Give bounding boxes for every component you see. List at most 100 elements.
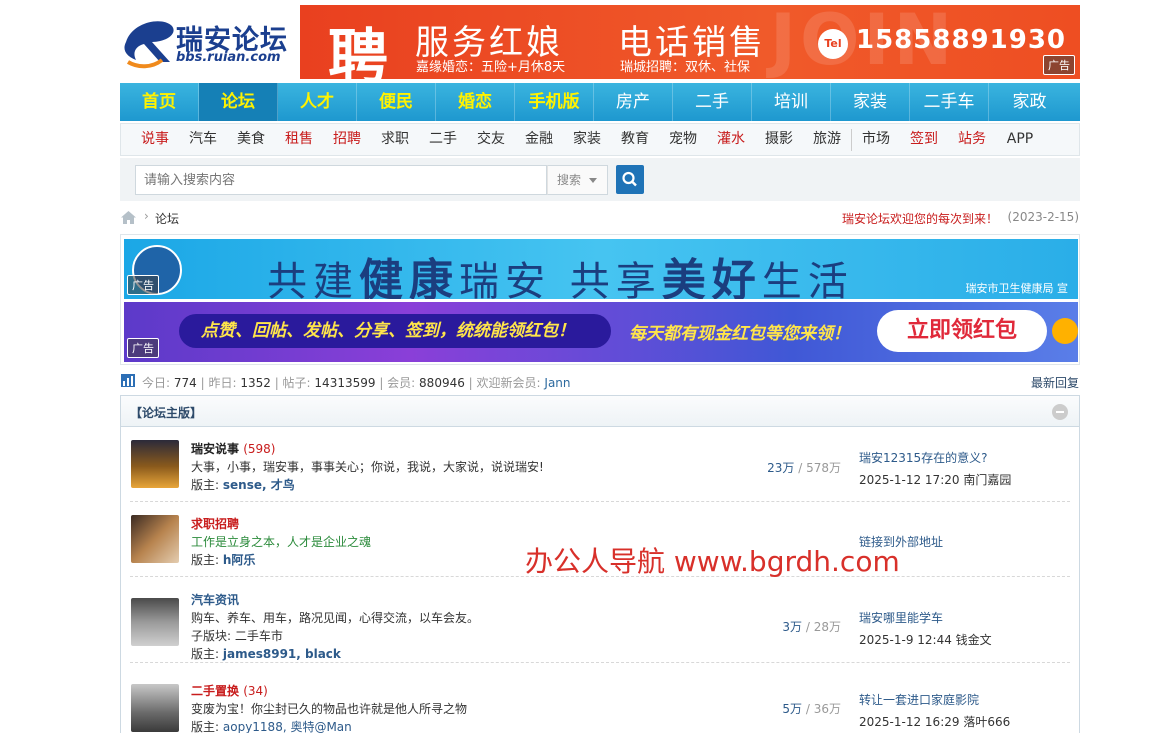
stat-posts-label: 帖子: bbox=[282, 376, 311, 390]
subnav-item-travel[interactable]: 旅游 bbox=[803, 124, 851, 155]
board-moderators: 版主: sense, 才鸟 bbox=[191, 476, 295, 493]
nav-item-dating[interactable]: 婚恋 bbox=[436, 83, 515, 121]
nav-item-services[interactable]: 便民 bbox=[357, 83, 436, 121]
collapse-icon[interactable] bbox=[1052, 404, 1068, 420]
logo-url[interactable]: bbs.ruian.com bbox=[176, 50, 281, 65]
subnav-item-jobseek[interactable]: 求职 bbox=[371, 124, 419, 155]
last-post-title[interactable]: 转让一套进口家庭影院 bbox=[859, 691, 1010, 708]
row-divider bbox=[130, 501, 1070, 502]
subnav-item-education[interactable]: 教育 bbox=[611, 124, 659, 155]
nav-item-home[interactable]: 首页 bbox=[120, 83, 199, 121]
board-moderators: 版主: h阿乐 bbox=[191, 551, 255, 568]
moderator-links[interactable]: sense, 才鸟 bbox=[223, 478, 295, 492]
subnav-item-secondhand[interactable]: 二手 bbox=[419, 124, 467, 155]
top-ad-banner[interactable]: JOIN US 聘 服务红娘 电话销售 嘉缘婚恋：五险+月休8天 瑞城招聘：双休… bbox=[300, 5, 1080, 79]
banner-area: 共建健康瑞安 共享美好生活 瑞安市卫生健康局 宣 广告 点赞、回帖、发帖、分享、… bbox=[120, 234, 1080, 365]
nav-item-mobile[interactable]: 手机版 bbox=[515, 83, 594, 121]
nav-item-training[interactable]: 培训 bbox=[752, 83, 831, 121]
stats-line: 今日: 774 | 昨日: 1352 | 帖子: 14313599 | 会员: … bbox=[142, 376, 571, 390]
subnav-item-checkin[interactable]: 签到 bbox=[900, 124, 948, 155]
board-description: 工作是立身之本，人才是企业之魂 bbox=[191, 535, 372, 549]
breadcrumb: › 论坛 瑞安论坛欢迎您的每次到来！ (2023-2-15) bbox=[120, 208, 1080, 228]
banner1-text-d: 美好 bbox=[661, 255, 762, 299]
subnav-item-shuoshi[interactable]: 说事 bbox=[131, 124, 179, 155]
redpacket-banner[interactable]: 点赞、回帖、发帖、分享、签到，统统能领红包！ 每天都有现金红包等您来领！ 立即领… bbox=[124, 302, 1078, 362]
subnav-item-food[interactable]: 美食 bbox=[227, 124, 275, 155]
board-thumbnail[interactable] bbox=[131, 515, 179, 563]
subnav-item-app[interactable]: APP bbox=[996, 124, 1044, 155]
board-thumbnail[interactable] bbox=[131, 684, 179, 732]
moderator-label: 版主: bbox=[191, 553, 220, 567]
board-posts: 28万 bbox=[813, 620, 841, 634]
subforum-link[interactable]: 二手车市 bbox=[235, 629, 283, 643]
board-name-text[interactable]: 二手置换 bbox=[191, 684, 239, 698]
subnav-item-site[interactable]: 站务 bbox=[948, 124, 996, 155]
row-divider bbox=[130, 662, 1070, 663]
logo-swoosh-icon bbox=[124, 21, 174, 69]
nav-item-housing[interactable]: 房产 bbox=[594, 83, 673, 121]
board-moderators: 版主: aopy1188, 奥特@Man bbox=[191, 718, 352, 733]
moderator-links[interactable]: aopy1188, 奥特@Man bbox=[223, 720, 352, 733]
last-post-title[interactable]: 瑞安哪里能学车 bbox=[859, 609, 992, 626]
search-input[interactable] bbox=[135, 165, 547, 195]
board-name-text[interactable]: 汽车资讯 bbox=[191, 593, 239, 607]
subnav-item-chat[interactable]: 灌水 bbox=[707, 124, 755, 155]
last-post-time: 2025-1-9 12:44 钱金文 bbox=[859, 633, 992, 647]
nav-item-talent[interactable]: 人才 bbox=[278, 83, 357, 121]
newest-member-link[interactable]: Jann bbox=[544, 376, 570, 390]
board-name-text[interactable]: 瑞安说事 bbox=[191, 442, 239, 456]
ad-tag: 广告 bbox=[127, 275, 159, 295]
sub-nav: 说事 汽车 美食 租售 招聘 求职 二手 交友 金融 家装 教育 宠物 灌水 摄… bbox=[120, 123, 1080, 156]
stat-newest-label: 欢迎新会员: bbox=[476, 376, 541, 390]
welcome-text: 瑞安论坛欢迎您的每次到来！ bbox=[841, 212, 998, 226]
board-posts: 578万 bbox=[806, 461, 841, 475]
board-name[interactable]: 二手置换 (34) bbox=[191, 682, 268, 699]
subnav-item-recruit[interactable]: 招聘 bbox=[323, 124, 371, 155]
nav-item-housekeeping[interactable]: 家政 bbox=[989, 83, 1070, 121]
breadcrumb-current[interactable]: 论坛 bbox=[155, 210, 179, 227]
home-icon[interactable] bbox=[121, 211, 136, 224]
board-thumbnail[interactable] bbox=[131, 598, 179, 646]
nav-item-forum[interactable]: 论坛 bbox=[199, 83, 278, 121]
board-thumbnail[interactable] bbox=[131, 440, 179, 488]
moderator-label: 版主: bbox=[191, 647, 220, 661]
subforum-label: 子版块: bbox=[191, 629, 232, 643]
moderator-links[interactable]: james8991, black bbox=[223, 647, 341, 661]
ad-big-char: 聘 bbox=[328, 23, 388, 79]
banner1-text-b: 健康 bbox=[359, 255, 459, 299]
subnav-item-finance[interactable]: 金融 bbox=[515, 124, 563, 155]
board-today-count: (34) bbox=[243, 684, 268, 698]
get-redpacket-button[interactable]: 立即领红包 bbox=[877, 310, 1047, 352]
subnav-item-decor[interactable]: 家装 bbox=[563, 124, 611, 155]
nav-item-decoration[interactable]: 家装 bbox=[831, 83, 910, 121]
search-button[interactable] bbox=[616, 165, 644, 194]
health-banner[interactable]: 共建健康瑞安 共享美好生活 瑞安市卫生健康局 宣 广告 bbox=[124, 239, 1078, 299]
board-stats: 5万 / 36万 bbox=[782, 702, 841, 716]
subnav-item-market[interactable]: 市场 bbox=[852, 124, 900, 155]
search-type-select[interactable]: 搜索 bbox=[547, 165, 608, 195]
subnav-item-friends[interactable]: 交友 bbox=[467, 124, 515, 155]
board-name[interactable]: 汽车资讯 bbox=[191, 591, 239, 608]
subnav-item-rent[interactable]: 租售 bbox=[275, 124, 323, 155]
board-description: 购车、养车、用车，路况见闻，心得交流，以车会友。 bbox=[191, 611, 480, 625]
nav-item-secondhand[interactable]: 二手 bbox=[673, 83, 752, 121]
board-name[interactable]: 求职招聘 bbox=[191, 515, 239, 532]
board-name-text[interactable]: 求职招聘 bbox=[191, 517, 239, 531]
last-post-title[interactable]: 瑞安12315存在的意义? bbox=[859, 449, 1011, 466]
ad-phone: 15858891930 bbox=[856, 25, 1066, 55]
stat-members-label: 会员: bbox=[387, 376, 416, 390]
ad-sub-1: 嘉缘婚恋：五险+月休8天 bbox=[416, 60, 566, 75]
board-last-post: 转让一套进口家庭影院 2025-1-12 16:29 落叶666 bbox=[859, 691, 1010, 730]
ad-tag: 广告 bbox=[127, 338, 159, 358]
subnav-item-pets[interactable]: 宠物 bbox=[659, 124, 707, 155]
forum-section-title[interactable]: 【论坛主版】 bbox=[130, 404, 202, 421]
board-threads: 3万 bbox=[782, 620, 803, 634]
subnav-item-photo[interactable]: 摄影 bbox=[755, 124, 803, 155]
subnav-item-cars[interactable]: 汽车 bbox=[179, 124, 227, 155]
moderator-links[interactable]: h阿乐 bbox=[223, 553, 256, 567]
board-last-post: 瑞安哪里能学车 2025-1-9 12:44 钱金文 bbox=[859, 609, 992, 648]
latest-replies-link[interactable]: 最新回复 bbox=[1031, 374, 1079, 391]
board-name[interactable]: 瑞安说事 (598) bbox=[191, 440, 275, 457]
forum-board-row: 二手置换 (34) 变废为宝！你尘封已久的物品也许就是他人所寻之物 版主: ao… bbox=[121, 664, 1079, 733]
nav-item-used-cars[interactable]: 二手车 bbox=[910, 83, 989, 121]
